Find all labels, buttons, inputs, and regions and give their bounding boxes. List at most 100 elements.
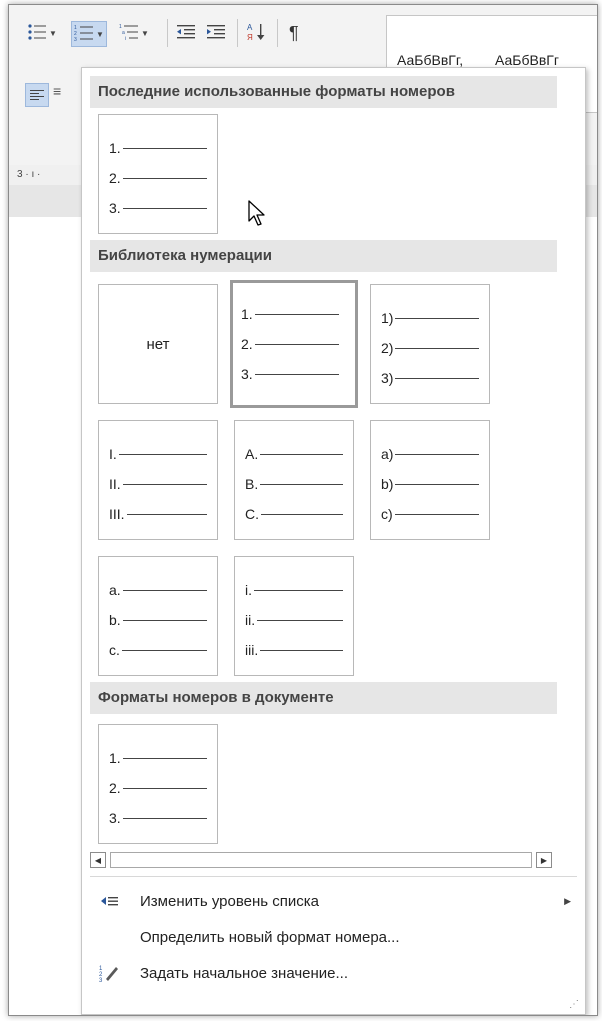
- marker-rule: [122, 589, 207, 591]
- marker-label: iii.: [245, 642, 259, 658]
- marker-label: II.: [109, 476, 121, 492]
- list-marker: 3.: [109, 809, 207, 827]
- numbering-library-header: Библиотека нумерации: [90, 240, 557, 272]
- marker-rule: [118, 453, 207, 455]
- marker-rule: [260, 483, 344, 485]
- marker-rule: [122, 619, 207, 621]
- chevron-down-icon: ▼: [96, 29, 104, 39]
- marker-label: i.: [245, 582, 252, 598]
- marker-label: c.: [109, 642, 120, 658]
- scroll-track[interactable]: [110, 852, 532, 868]
- bullets-button[interactable]: ▼: [27, 21, 57, 45]
- marker-rule: [395, 317, 480, 319]
- center-align-icon[interactable]: ≡: [53, 83, 61, 99]
- list-marker: 2.: [109, 169, 207, 187]
- decrease-indent-icon: [175, 23, 197, 44]
- marker-label: A.: [245, 446, 259, 462]
- svg-text:i: i: [125, 36, 126, 41]
- marker-rule: [122, 207, 207, 209]
- marker-label: 2.: [109, 170, 121, 186]
- list-marker: B.: [245, 475, 344, 493]
- list-marker: 2.: [109, 779, 207, 797]
- align-left-icon: [30, 89, 44, 101]
- style-sample[interactable]: АаБбВвГг,: [397, 52, 463, 68]
- marker-label: 2): [381, 340, 394, 356]
- numbering-format-tile[interactable]: 1. 2. 3.: [98, 724, 218, 844]
- document-formats-header: Форматы номеров в документе: [90, 682, 557, 714]
- define-new-number-format-item[interactable]: Определить новый формат номера...: [82, 920, 585, 954]
- marker-rule: [261, 513, 343, 515]
- resize-grip-icon[interactable]: ⋰: [569, 999, 579, 1010]
- show-formatting-button[interactable]: ¶: [289, 21, 299, 45]
- svg-text:3: 3: [99, 978, 103, 982]
- marker-label: 2.: [109, 780, 121, 796]
- numbering-format-tile[interactable]: a. b. c.: [98, 556, 218, 676]
- marker-label: 1): [381, 310, 394, 326]
- marker-rule: [122, 787, 207, 789]
- marker-rule: [394, 513, 479, 515]
- list-marker: 2.: [241, 335, 339, 353]
- numbering-icon: 123: [74, 24, 94, 45]
- numbering-format-tile[interactable]: A. B. C.: [234, 420, 354, 540]
- marker-rule: [254, 589, 343, 591]
- define-new-number-format-label: Определить новый формат номера...: [140, 928, 400, 946]
- marker-rule: [122, 757, 207, 759]
- submenu-arrow-icon: ▶: [564, 895, 571, 906]
- change-list-level-item[interactable]: Изменить уровень списка ▶: [82, 884, 585, 918]
- align-left-button[interactable]: [25, 83, 49, 107]
- style-sample[interactable]: АаБбВвГг: [495, 52, 559, 68]
- ribbon-separator: [167, 19, 168, 47]
- increase-indent-button[interactable]: [205, 21, 227, 45]
- marker-rule: [395, 347, 480, 349]
- list-marker: i.: [245, 581, 343, 599]
- marker-label: I.: [109, 446, 117, 462]
- recent-formats-header: Последние использованные форматы номеров: [90, 76, 557, 108]
- arrow-right-icon: ▶: [540, 855, 548, 865]
- list-marker: C.: [245, 505, 343, 523]
- marker-label: 3.: [241, 366, 253, 382]
- marker-label: B.: [245, 476, 259, 492]
- list-marker: 3.: [241, 365, 339, 383]
- list-marker: iii.: [245, 641, 344, 659]
- marker-label: ii.: [245, 612, 256, 628]
- bullets-icon: [27, 23, 47, 44]
- marker-label: 3): [381, 370, 394, 386]
- numbering-format-tile[interactable]: I. II. III.: [98, 420, 218, 540]
- marker-rule: [260, 649, 344, 651]
- numbering-format-tile[interactable]: 1) 2) 3): [370, 284, 490, 404]
- arrow-left-icon: ◀: [94, 855, 102, 865]
- svg-text:Я: Я: [247, 33, 253, 42]
- numbering-format-tile[interactable]: a) b) c): [370, 420, 490, 540]
- marker-label: b): [381, 476, 394, 492]
- scroll-right-button[interactable]: ▶: [536, 852, 552, 868]
- marker-rule: [257, 619, 344, 621]
- numbering-format-tile[interactable]: 1. 2. 3.: [98, 114, 218, 234]
- list-marker: 3.: [109, 199, 207, 217]
- multilevel-list-icon: 1ai: [119, 23, 139, 44]
- numbering-format-tile[interactable]: 1. 2. 3.: [230, 280, 358, 408]
- marker-rule: [254, 313, 339, 315]
- list-marker: A.: [245, 445, 344, 463]
- numbering-format-tile[interactable]: i. ii. iii.: [234, 556, 354, 676]
- marker-rule: [395, 377, 480, 379]
- increase-indent-icon: [205, 23, 227, 44]
- chevron-down-icon: ▼: [141, 28, 149, 38]
- marker-label: 3.: [109, 200, 121, 216]
- marker-rule: [395, 483, 480, 485]
- set-numbering-value-item[interactable]: 123 Задать начальное значение...: [82, 956, 585, 990]
- gallery-scrollbar[interactable]: ◀ ▶: [90, 852, 552, 868]
- decrease-indent-button[interactable]: [175, 21, 197, 45]
- list-marker: c.: [109, 641, 207, 659]
- word-window: ▼ 123 ▼ 1ai ▼ АЯ ¶ ≡ АаБбВвГг, АаБбВвГг …: [8, 4, 598, 1016]
- numbering-button[interactable]: 123 ▼: [71, 21, 107, 47]
- scroll-left-button[interactable]: ◀: [90, 852, 106, 868]
- sort-button[interactable]: АЯ: [247, 21, 269, 45]
- multilevel-list-button[interactable]: 1ai ▼: [119, 21, 149, 45]
- ribbon-separator: [277, 19, 278, 47]
- marker-label: III.: [109, 506, 125, 522]
- none-label: нет: [146, 335, 170, 353]
- marker-label: 1.: [241, 306, 253, 322]
- numbering-none-tile[interactable]: нет: [98, 284, 218, 404]
- marker-rule: [126, 513, 207, 515]
- marker-label: C.: [245, 506, 259, 522]
